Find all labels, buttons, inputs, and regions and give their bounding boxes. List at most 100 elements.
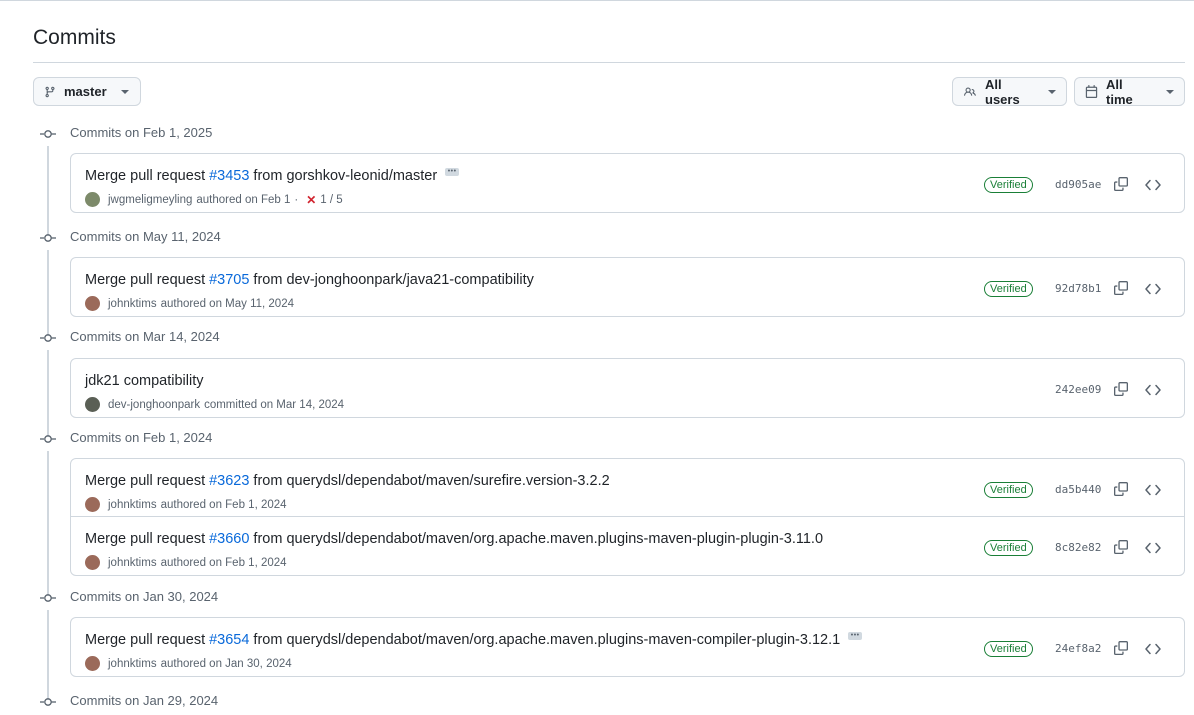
- copy-icon[interactable]: [1114, 540, 1128, 557]
- author-name[interactable]: johnktims: [108, 658, 157, 670]
- expand-message-button[interactable]: •••: [445, 168, 460, 176]
- commit-message-text[interactable]: Merge pull request: [85, 168, 205, 184]
- expand-message-button[interactable]: •••: [848, 632, 863, 640]
- commit-message-text[interactable]: from querydsl/dependabot/maven/org.apach…: [253, 632, 840, 648]
- verified-badge[interactable]: Verified: [984, 641, 1033, 657]
- author-name[interactable]: jwgmeligmeyling: [108, 194, 192, 206]
- commit-message-text[interactable]: Merge pull request: [85, 531, 205, 547]
- branch-selector-button[interactable]: master: [33, 77, 141, 106]
- commit-group-date: Commits on Feb 1, 2025: [70, 125, 213, 140]
- check-failed-icon[interactable]: ✕: [306, 193, 316, 207]
- pull-request-link[interactable]: #3705: [209, 272, 249, 288]
- commit-action-date: authored on Feb 1, 2024: [160, 556, 287, 569]
- commit-group-date: Commits on Jan 30, 2024: [70, 589, 219, 604]
- commit-sha-link[interactable]: da5b440: [1055, 483, 1101, 496]
- chevron-down-icon: [1166, 89, 1174, 94]
- commit-dot-icon: [40, 432, 56, 444]
- pull-request-link[interactable]: #3654: [209, 632, 249, 648]
- commit-dot-icon: [40, 231, 56, 243]
- commit-meta: johnktims authored on Feb 1, 2024: [85, 497, 287, 512]
- commit-action-date: authored on Feb 1, 2024: [160, 498, 287, 511]
- commit-group-card: Merge pull request #3623 from querydsl/dep…: [70, 458, 1185, 576]
- browse-code-icon[interactable]: [1145, 178, 1161, 194]
- author-name[interactable]: johnktims: [108, 298, 157, 310]
- branch-label: master: [64, 84, 107, 99]
- verified-badge[interactable]: Verified: [984, 482, 1033, 498]
- commit-sha-link[interactable]: 8c82e82: [1055, 541, 1101, 554]
- commit-sha-link[interactable]: dd905ae: [1055, 178, 1101, 191]
- commit-meta: johnktims authored on Jan 30, 2024: [85, 656, 292, 671]
- author-name[interactable]: johnktims: [108, 499, 157, 511]
- commit-group-date: Commits on Mar 14, 2024: [70, 329, 220, 344]
- commit-message-text[interactable]: from querydsl/dependabot/maven/org.apach…: [253, 531, 823, 547]
- avatar[interactable]: [85, 497, 100, 512]
- commit-action-date: authored on May 11, 2024: [160, 297, 294, 310]
- browse-code-icon[interactable]: [1145, 282, 1161, 298]
- commit-group-card: jdk21 compatibility dev-jonghoonpark commi…: [70, 358, 1185, 418]
- copy-icon[interactable]: [1114, 382, 1128, 399]
- chevron-down-icon: [120, 89, 129, 94]
- commit-group-card: Merge pull request #3705 from dev-jonghoon…: [70, 257, 1185, 317]
- top-divider: [0, 0, 1194, 1]
- browse-code-icon[interactable]: [1145, 483, 1161, 499]
- pull-request-link[interactable]: #3660: [209, 531, 249, 547]
- commit-message: jdk21 compatibility: [85, 373, 203, 389]
- commit-dot-icon: [40, 591, 56, 603]
- commit-meta: dev-jonghoonpark committed on Mar 14, 202…: [85, 397, 344, 412]
- copy-icon[interactable]: [1114, 641, 1128, 658]
- commit-dot-icon: [40, 695, 56, 707]
- commit-message-text[interactable]: from dev-jonghoonpark/java21-compatibili…: [253, 272, 533, 288]
- commit-message: Merge pull request #3654 from querydsl/dep…: [85, 632, 863, 648]
- commit-sha-link[interactable]: 24ef8a2: [1055, 642, 1101, 655]
- avatar[interactable]: [85, 296, 100, 311]
- timeline-connector: [47, 250, 49, 336]
- commit-action-date: authored on Feb 1: [196, 193, 291, 206]
- commit-message: Merge pull request #3660 from querydsl/dep…: [85, 531, 823, 547]
- commit-action-date: committed on Mar 14, 2024: [204, 398, 345, 411]
- commit-sha-link[interactable]: 242ee09: [1055, 383, 1101, 396]
- commit-message: Merge pull request #3453 from gorshkov-leo…: [85, 168, 460, 184]
- commit-meta: johnktims authored on Feb 1, 2024: [85, 555, 287, 570]
- author-name[interactable]: dev-jonghoonpark: [108, 399, 200, 411]
- verified-badge[interactable]: Verified: [984, 177, 1033, 193]
- avatar[interactable]: [85, 656, 100, 671]
- pull-request-link[interactable]: #3623: [209, 473, 249, 489]
- commit-message: Merge pull request #3705 from dev-jonghoon…: [85, 272, 534, 288]
- commit-action-date: authored on Jan 30, 2024: [160, 657, 292, 670]
- users-filter-button[interactable]: All users: [952, 76, 1067, 107]
- copy-icon[interactable]: [1114, 281, 1128, 298]
- checks-count[interactable]: 1 / 5: [320, 194, 342, 206]
- users-filter-label: All users: [985, 76, 1020, 107]
- browse-code-icon[interactable]: [1145, 541, 1161, 557]
- copy-icon[interactable]: [1114, 482, 1128, 499]
- timeline-connector: [47, 451, 49, 596]
- commit-row: jdk21 compatibility dev-jonghoonpark commi…: [71, 359, 1184, 417]
- timeline-connector: [47, 350, 49, 437]
- browse-code-icon[interactable]: [1145, 642, 1161, 658]
- commit-message-text[interactable]: from querydsl/dependabot/maven/surefire.…: [253, 473, 609, 489]
- browse-code-icon[interactable]: [1145, 383, 1161, 399]
- commit-message-text[interactable]: Merge pull request: [85, 473, 205, 489]
- commit-message-text[interactable]: Merge pull request: [85, 632, 205, 648]
- timeline-connector: [47, 146, 49, 236]
- pull-request-link[interactable]: #3453: [209, 168, 249, 184]
- commit-message-text[interactable]: Merge pull request: [85, 272, 205, 288]
- verified-badge[interactable]: Verified: [984, 540, 1033, 556]
- avatar[interactable]: [85, 397, 100, 412]
- commit-message-text[interactable]: from gorshkov-leonid/master: [253, 168, 437, 184]
- verified-badge[interactable]: Verified: [984, 281, 1033, 297]
- avatar[interactable]: [85, 192, 100, 207]
- commit-row: Merge pull request #3660 from querydsl/dep…: [71, 517, 1184, 575]
- commit-row: Merge pull request #3705 from dev-jonghoon…: [71, 258, 1184, 316]
- commit-row: Merge pull request #3453 from gorshkov-leo…: [71, 154, 1184, 212]
- avatar[interactable]: [85, 555, 100, 570]
- time-filter-button[interactable]: All time: [1074, 77, 1185, 107]
- author-name[interactable]: johnktims: [108, 557, 157, 569]
- title-divider: [33, 62, 1185, 63]
- commit-message-text[interactable]: jdk21 compatibility: [85, 373, 203, 389]
- commit-message: Merge pull request #3623 from querydsl/dep…: [85, 473, 610, 489]
- chevron-down-icon: [1048, 89, 1056, 94]
- commit-sha-link[interactable]: 92d78b1: [1055, 282, 1101, 295]
- timeline-connector: [47, 610, 49, 700]
- copy-icon[interactable]: [1114, 177, 1128, 194]
